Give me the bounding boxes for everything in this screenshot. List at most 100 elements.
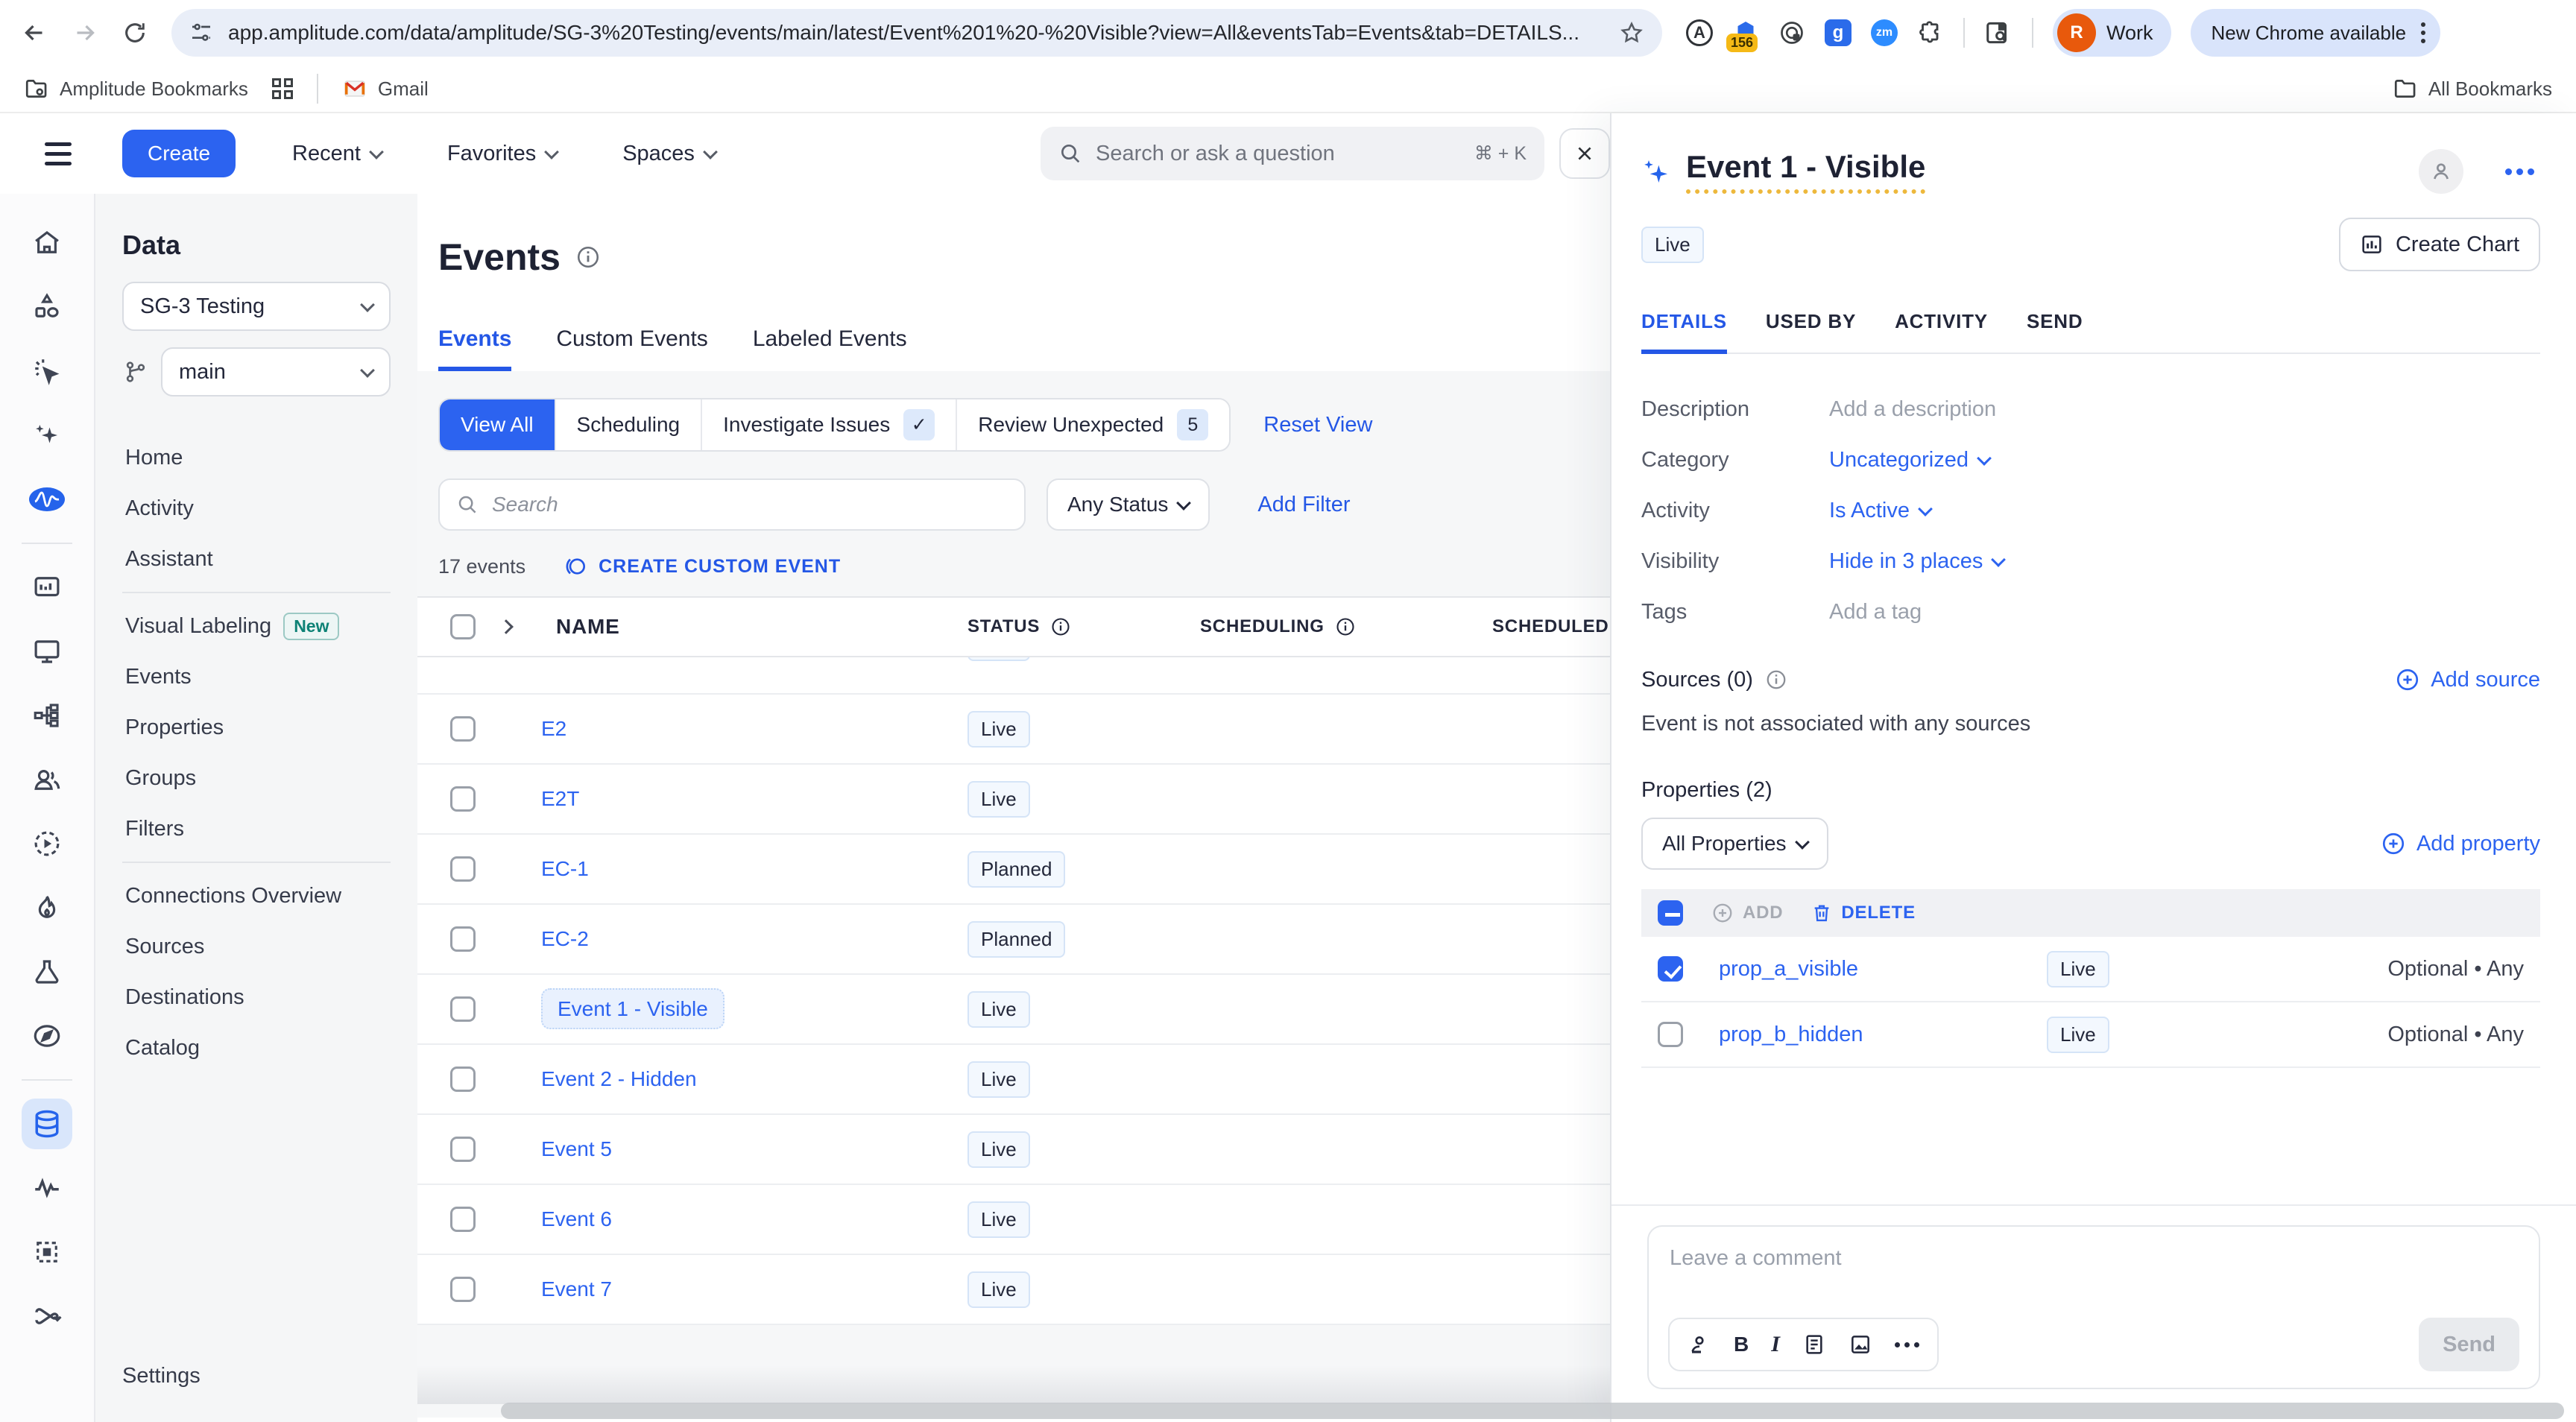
scheduling-tab[interactable]: Scheduling (556, 399, 703, 450)
row-checkbox[interactable] (450, 716, 476, 742)
spaces-menu[interactable]: Spaces (622, 142, 716, 166)
close-search-button[interactable] (1559, 128, 1610, 179)
add-filter-link[interactable]: Add Filter (1257, 493, 1350, 517)
property-link[interactable]: prop_b_hidden (1719, 1023, 2011, 1047)
tab-labeled-events[interactable]: Labeled Events (753, 326, 907, 371)
add-property-link[interactable]: Add property (2381, 831, 2540, 856)
add-source-link[interactable]: Add source (2395, 667, 2540, 692)
chrome-profile-button[interactable]: R Work (2053, 9, 2171, 57)
tab-send[interactable]: SEND (2027, 310, 2083, 353)
sidebar-item-assistant[interactable]: Assistant (122, 534, 391, 584)
event-link[interactable]: Event 7 (541, 1277, 612, 1301)
all-bookmarks-button[interactable]: All Bookmarks (2393, 76, 2552, 101)
send-button[interactable]: Send (2419, 1318, 2519, 1371)
users-icon[interactable] (22, 754, 72, 805)
sidebar-item-filters[interactable]: Filters (122, 803, 391, 854)
tab-details[interactable]: DETAILS (1641, 310, 1727, 354)
status-filter-dropdown[interactable]: Any Status (1046, 478, 1210, 531)
property-checkbox[interactable] (1658, 1022, 1683, 1047)
experiment-flask-icon[interactable] (22, 947, 72, 997)
column-scheduled[interactable]: SCHEDULED (1492, 616, 1610, 637)
discover-compass-icon[interactable] (22, 1011, 72, 1061)
column-status[interactable]: STATUS (967, 616, 1200, 637)
favorites-menu[interactable]: Favorites (447, 142, 557, 166)
table-row[interactable]: Event 7 Live (417, 1255, 1610, 1325)
table-row[interactable]: Event 6 Live (417, 1185, 1610, 1255)
bookmarks-folder[interactable]: Amplitude Bookmarks (24, 76, 248, 101)
create-chart-button[interactable]: Create Chart (2339, 218, 2540, 271)
chrome-menu-icon[interactable] (2421, 22, 2425, 43)
tab-events[interactable]: Events (438, 326, 511, 371)
tab-search-icon[interactable] (1984, 19, 2012, 47)
table-row[interactable]: EC-1 Planned (417, 835, 1610, 905)
italic-icon[interactable]: I (1771, 1332, 1780, 1357)
select-all-properties-checkbox[interactable] (1658, 900, 1683, 926)
row-checkbox[interactable] (450, 786, 476, 812)
sidebar-item-connections-overview[interactable]: Connections Overview (122, 870, 391, 921)
comment-input[interactable] (1670, 1246, 2518, 1306)
heatmap-frame-icon[interactable] (22, 1227, 72, 1277)
column-scheduling[interactable]: SCHEDULING (1200, 616, 1492, 637)
hamburger-menu-icon[interactable] (45, 142, 72, 165)
property-row[interactable]: prop_b_hidden Live Optional • Any (1641, 1002, 2540, 1068)
recent-menu[interactable]: Recent (292, 142, 382, 166)
table-row[interactable]: E2 Live (417, 695, 1610, 765)
review-unexpected-tab[interactable]: Review Unexpected 5 (957, 399, 1229, 450)
event-link[interactable]: E2T (541, 787, 579, 810)
sessions-icon[interactable] (22, 626, 72, 677)
activation-flame-icon[interactable] (22, 882, 72, 933)
sidebar-item-activity[interactable]: Activity (122, 483, 391, 534)
grammar-extension-icon[interactable]: g (1825, 19, 1852, 46)
delete-action[interactable]: DELETE (1811, 903, 1915, 923)
event-link[interactable]: Event 1 - Visible (541, 988, 724, 1029)
create-custom-event-link[interactable]: CREATE CUSTOM EVENT (564, 554, 841, 578)
mention-icon[interactable] (1688, 1333, 1711, 1356)
tab-used-by[interactable]: USED BY (1766, 310, 1856, 353)
table-row[interactable]: Event 5 Live (417, 1115, 1610, 1185)
properties-filter-dropdown[interactable]: All Properties (1641, 818, 1828, 870)
horizontal-scrollbar[interactable] (501, 1403, 2564, 1419)
zoom-extension-icon[interactable]: zm (1871, 19, 1898, 46)
reset-view-link[interactable]: Reset View (1263, 413, 1372, 437)
more-actions-icon[interactable] (2505, 168, 2534, 175)
create-button[interactable]: Create (122, 130, 236, 177)
property-link[interactable]: prop_a_visible (1719, 957, 2011, 982)
monitoring-pulse-icon[interactable] (22, 1163, 72, 1213)
objects-icon[interactable] (22, 282, 72, 332)
ai-sparkle-icon[interactable] (1641, 157, 1671, 186)
row-checkbox[interactable] (450, 926, 476, 952)
expand-chevron-icon[interactable] (501, 616, 516, 637)
table-row[interactable]: E1-T4 Live (417, 657, 1610, 695)
image-icon[interactable] (1849, 1333, 1872, 1356)
view-all-tab[interactable]: View All (440, 399, 556, 450)
sidebar-item-visual-labeling[interactable]: Visual Labeling New (122, 601, 391, 651)
global-search[interactable]: ⌘ + K (1041, 127, 1544, 180)
project-select[interactable]: SG-3 Testing (122, 282, 391, 331)
site-settings-icon[interactable] (189, 21, 213, 45)
info-icon[interactable] (575, 244, 601, 270)
bookmark-star-icon[interactable] (1619, 20, 1644, 45)
amplitude-logo-icon[interactable] (22, 474, 72, 525)
back-icon[interactable] (21, 19, 48, 46)
table-row[interactable]: Event 2 - Hidden Live (417, 1045, 1610, 1115)
property-row[interactable]: prop_a_visible Live Optional • Any (1641, 937, 2540, 1002)
data-database-icon[interactable] (22, 1099, 72, 1149)
journeys-icon[interactable] (22, 690, 72, 741)
event-link[interactable]: Event 6 (541, 1207, 612, 1230)
row-checkbox[interactable] (450, 1277, 476, 1302)
panel-title[interactable]: Event 1 - Visible (1686, 149, 1925, 194)
global-search-input[interactable] (1096, 142, 1461, 166)
tags-placeholder[interactable]: Add a tag (1829, 600, 1922, 625)
adblock-extension-icon[interactable]: 156 (1732, 19, 1759, 46)
table-row[interactable]: E2T Live (417, 765, 1610, 835)
url-text[interactable]: app.amplitude.com/data/amplitude/SG-3%20… (228, 21, 1604, 45)
forward-icon[interactable] (72, 19, 98, 46)
chrome-update-button[interactable]: New Chrome available (2191, 9, 2441, 57)
loop-arrow-icon[interactable] (22, 1291, 72, 1342)
investigate-issues-tab[interactable]: Investigate Issues ✓ (702, 399, 957, 450)
home-icon[interactable] (22, 218, 72, 268)
sidebar-item-sources[interactable]: Sources (122, 921, 391, 972)
table-search-input[interactable] (492, 493, 1008, 516)
row-checkbox[interactable] (450, 856, 476, 882)
password-extension-icon[interactable] (1778, 19, 1805, 46)
